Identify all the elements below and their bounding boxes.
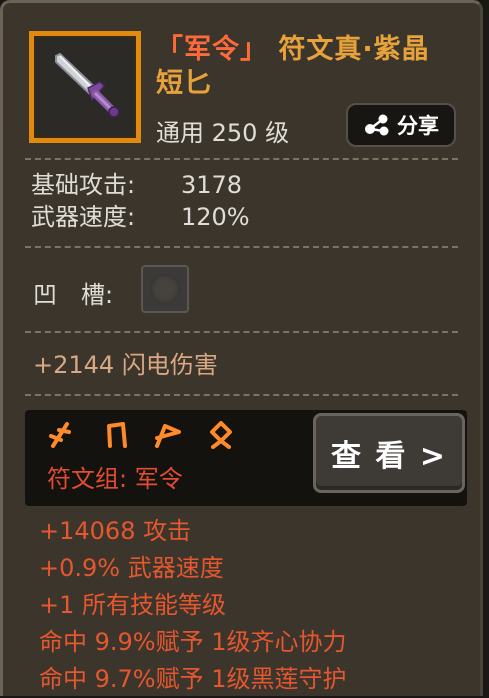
stat-label: 武器速度: xyxy=(31,203,136,231)
empty-socket-slot[interactable] xyxy=(141,265,189,313)
item-level: 250 级 xyxy=(211,119,290,147)
divider xyxy=(25,158,458,160)
runeset-effect: +1 所有技能等级 xyxy=(39,591,227,619)
rune-4-icon xyxy=(210,421,232,449)
stat-base-attack: 基础攻击: 3178 xyxy=(31,169,242,201)
runeset-effect: 命中 9.9%赋予 1级齐心协力 xyxy=(39,628,347,656)
divider xyxy=(25,394,458,396)
runeset-label: 符文组: 军令 xyxy=(47,465,183,493)
share-label: 分享 xyxy=(397,114,439,138)
stat-weapon-speed: 武器速度: 120% xyxy=(31,201,250,233)
rune-3-icon xyxy=(155,424,181,448)
item-title-tag: 「军令」 xyxy=(156,34,268,65)
divider xyxy=(25,331,458,333)
stat-label: 基础攻击: xyxy=(31,171,136,199)
share-icon xyxy=(365,114,389,136)
rune-1-icon xyxy=(49,422,71,448)
stat-value: 120% xyxy=(181,203,250,231)
runeset-box: 符文组: 军令 查 看 > xyxy=(25,410,467,506)
item-tooltip-panel: 「军令」 符文真·紫晶短匕 通用 250 级 分享 基础攻击: 3178 武器速… xyxy=(0,0,483,696)
item-type: 通用 xyxy=(156,119,204,147)
runeset-effect: 命中 9.7%赋予 1级黑莲守护 xyxy=(39,665,347,693)
share-button[interactable]: 分享 xyxy=(346,103,456,147)
runeset-effect: +0.9% 武器速度 xyxy=(39,554,224,582)
item-icon-frame xyxy=(29,31,141,143)
divider xyxy=(25,246,458,248)
item-level-row: 通用 250 级 xyxy=(156,113,289,148)
runeset-effect: +14068 攻击 xyxy=(39,517,192,545)
runeset-effects-list: +14068 攻击 +0.9% 武器速度 +1 所有技能等级 命中 9.9%赋予… xyxy=(39,513,347,698)
lightning-damage-bonus: +2144 闪电伤害 xyxy=(33,351,218,379)
view-runeset-button[interactable]: 查 看 > xyxy=(313,413,465,493)
dagger-icon xyxy=(55,52,120,118)
stat-value: 3178 xyxy=(181,171,243,199)
socket-label: 凹 槽: xyxy=(33,281,114,309)
item-title: 「军令」 符文真·紫晶短匕 xyxy=(156,33,456,101)
rune-2-icon xyxy=(107,422,127,448)
